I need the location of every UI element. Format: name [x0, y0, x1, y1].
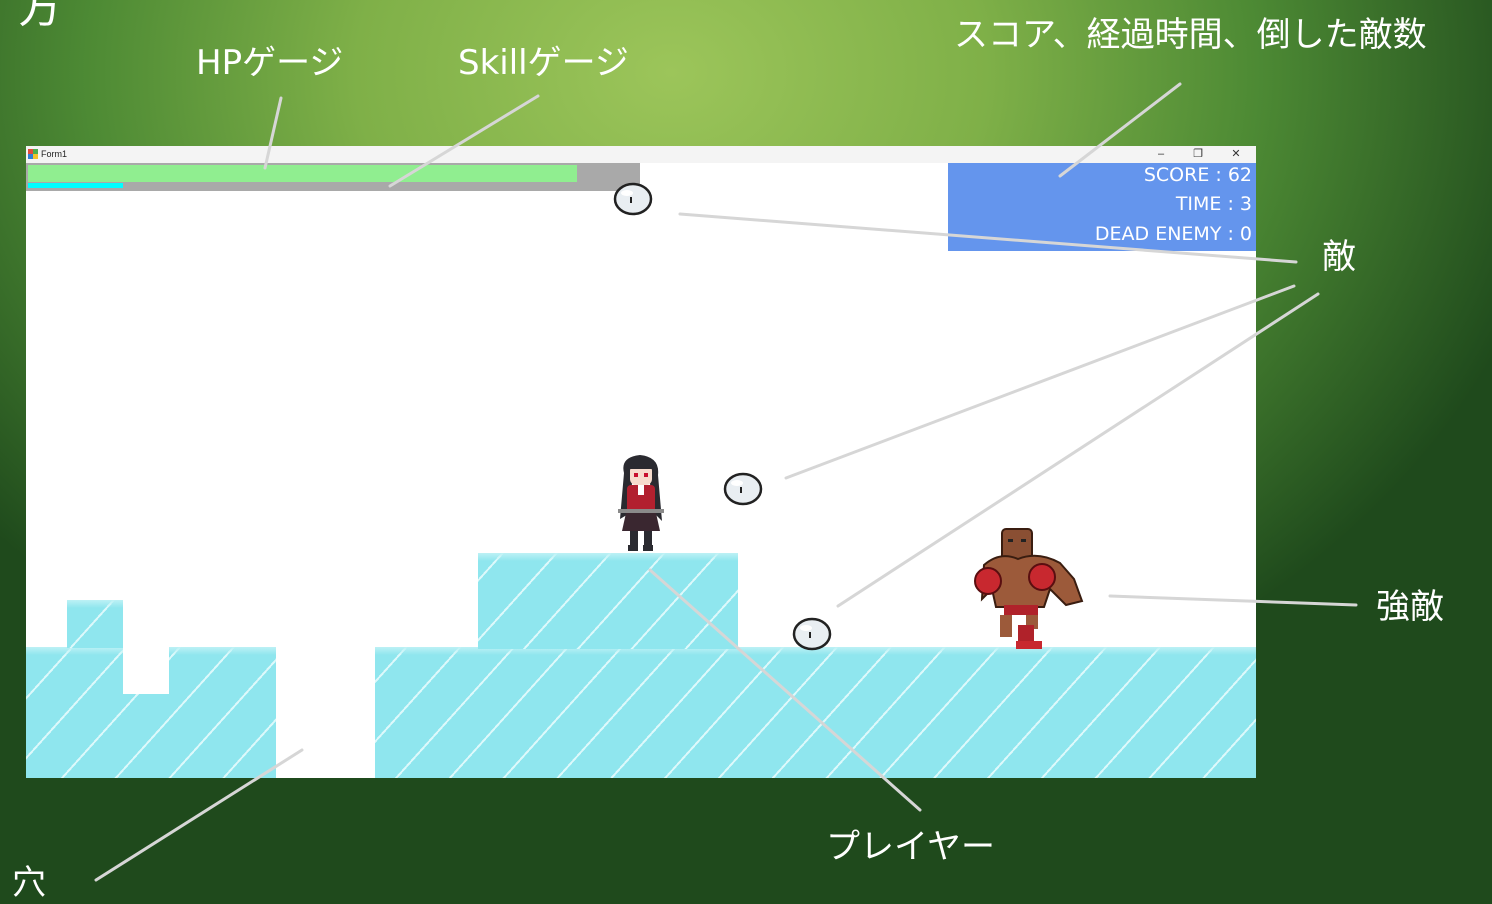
- window-titlebar: Form1 – ❐ ✕: [26, 146, 1256, 163]
- window-title: Form1: [41, 149, 68, 159]
- player-label: プレイヤー: [826, 827, 995, 867]
- ground-block: [375, 647, 1256, 778]
- hud-panel: SCORE : 62 TIME : 3 DEAD ENEMY : 0: [948, 163, 1256, 251]
- game-window: Form1 – ❐ ✕ SCORE : 62 TIME : 3 DEAD ENE…: [26, 146, 1256, 778]
- ground-pillar: [67, 600, 123, 648]
- hole-label: 穴: [12, 863, 46, 903]
- hp-gauge-label: HPゲージ: [196, 43, 344, 83]
- game-canvas: SCORE : 62 TIME : 3 DEAD ENEMY : 0: [26, 163, 1256, 778]
- enemy-slime-icon: [613, 182, 653, 216]
- skill-gauge: [28, 183, 123, 188]
- minimize-button[interactable]: –: [1146, 146, 1176, 163]
- time-text: TIME : 3: [1175, 193, 1252, 215]
- ground-notch: [123, 647, 169, 694]
- gauge-frame: [26, 163, 640, 191]
- partial-heading: 方: [18, 0, 62, 33]
- app-icon: [28, 149, 38, 159]
- close-button[interactable]: ✕: [1221, 146, 1251, 163]
- strong-enemy-boxer-icon: [974, 528, 1084, 649]
- score-text: SCORE : 62: [1143, 164, 1252, 186]
- strong-enemy-label: 強敵: [1376, 587, 1444, 627]
- hud-description-label: スコア、経過時間、倒した敵数: [954, 15, 1427, 55]
- dead-enemy-text: DEAD ENEMY : 0: [1094, 223, 1252, 245]
- restore-button[interactable]: ❐: [1183, 146, 1213, 163]
- hp-gauge: [28, 165, 577, 182]
- player-girl-icon: [618, 455, 664, 551]
- enemy-slime-icon: [792, 617, 832, 651]
- skill-gauge-label: Skillゲージ: [458, 43, 629, 83]
- enemy-slime-icon: [723, 472, 763, 506]
- raised-platform: [478, 553, 738, 649]
- enemy-label: 敵: [1322, 237, 1356, 277]
